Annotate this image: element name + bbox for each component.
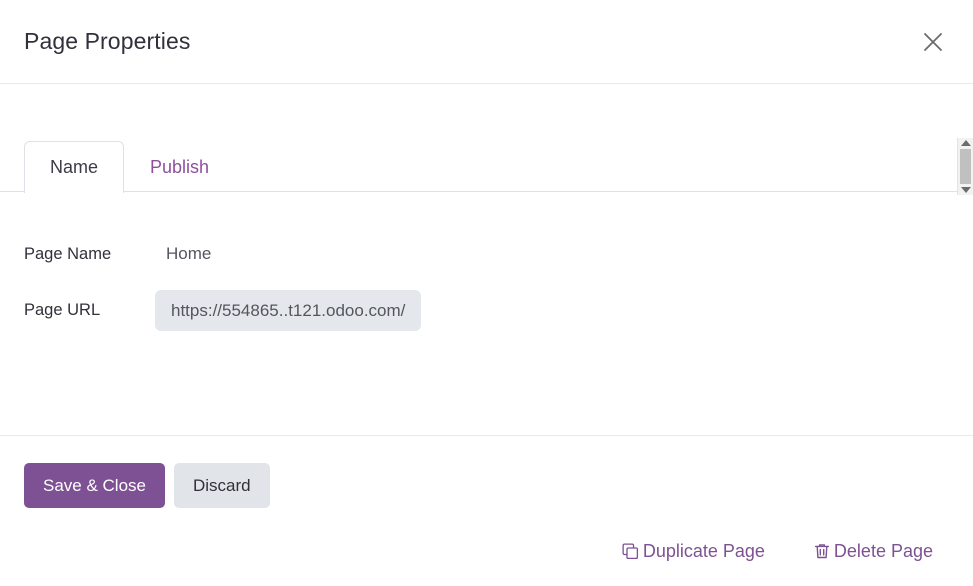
triangle-down-icon[interactable]	[960, 187, 971, 193]
triangle-up-icon[interactable]	[960, 140, 971, 146]
dialog-body: Name Publish Page Name Home Page URL htt…	[0, 84, 973, 435]
delete-page-button[interactable]: Delete Page	[813, 542, 933, 560]
save-and-close-button[interactable]: Save & Close	[24, 463, 165, 508]
page-url-value[interactable]: https://554865..t121.odoo.com/	[155, 290, 422, 332]
page-url-label: Page URL	[24, 301, 101, 320]
copy-icon	[622, 542, 640, 560]
page-properties-dialog: Page Properties Name Publish Page Name H…	[0, 0, 973, 586]
delete-page-label: Delete Page	[833, 541, 933, 561]
dialog-header: Page Properties	[0, 0, 973, 84]
discard-button[interactable]: Discard	[174, 463, 270, 508]
tabs-container: Name Publish	[0, 138, 973, 194]
page-title: Page Properties	[24, 28, 191, 54]
vertical-scrollbar[interactable]	[957, 138, 973, 195]
dialog-footer: Save & Close Discard Duplicate Page Dele…	[0, 435, 973, 586]
duplicate-page-label: Duplicate Page	[642, 541, 765, 561]
scrollbar-thumb[interactable]	[960, 149, 971, 184]
tab-name[interactable]: Name	[24, 141, 125, 194]
tab-publish[interactable]: Publish	[124, 141, 235, 193]
page-name-value[interactable]: Home	[155, 244, 211, 264]
close-icon[interactable]	[913, 22, 953, 62]
footer-links: Duplicate Page Delete Page	[622, 542, 933, 560]
form-row-page-url: Page URL https://554865..t121.odoo.com/	[24, 290, 949, 332]
duplicate-page-button[interactable]: Duplicate Page	[622, 542, 765, 560]
tab-list: Name Publish	[0, 138, 973, 194]
page-properties-form: Page Name Home Page URL https://554865..…	[0, 192, 973, 332]
trash-icon	[813, 542, 831, 560]
footer-buttons: Save & Close Discard	[24, 463, 949, 508]
form-row-page-name: Page Name Home	[24, 234, 949, 274]
page-name-label: Page Name	[24, 244, 112, 263]
